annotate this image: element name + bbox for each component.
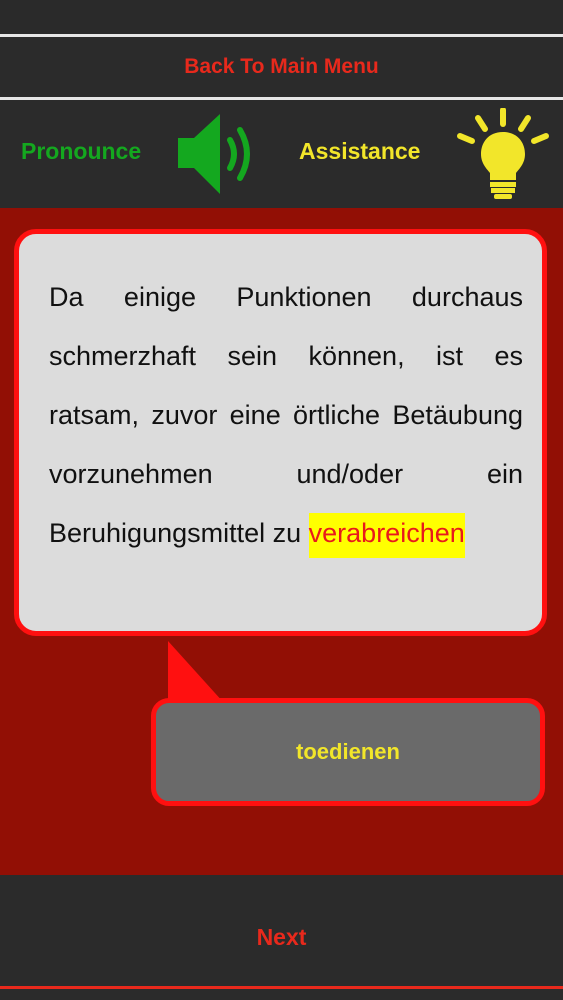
- status-bar: [0, 0, 563, 34]
- speaker-icon[interactable]: [176, 110, 260, 200]
- back-to-main-menu-label: Back To Main Menu: [184, 55, 379, 78]
- back-to-main-menu-button[interactable]: Back To Main Menu: [0, 37, 563, 97]
- highlighted-word: verabreichen: [308, 513, 465, 558]
- question-sentence: Da einige Punktionen durchaus schmerzhaf…: [49, 282, 523, 548]
- divider: [0, 986, 563, 989]
- next-label: Next: [256, 924, 307, 950]
- question-text: Da einige Punktionen durchaus schmerzhaf…: [49, 268, 523, 563]
- lightbulb-icon[interactable]: [454, 108, 552, 202]
- answer-label: toedienen: [296, 739, 400, 764]
- answer-button[interactable]: toedienen: [151, 698, 545, 806]
- question-bubble: Da einige Punktionen durchaus schmerzhaf…: [14, 229, 547, 636]
- assistance-label[interactable]: Assistance: [299, 138, 420, 165]
- bottom-bar: Next: [0, 875, 563, 1000]
- next-button[interactable]: Next: [0, 885, 563, 990]
- app-screen: Back To Main Menu Pronounce Assistance D…: [0, 0, 563, 1000]
- pronounce-label[interactable]: Pronounce: [21, 138, 141, 165]
- quiz-panel: Da einige Punktionen durchaus schmerzhaf…: [0, 208, 563, 875]
- toolbar: Pronounce Assistance: [0, 100, 563, 208]
